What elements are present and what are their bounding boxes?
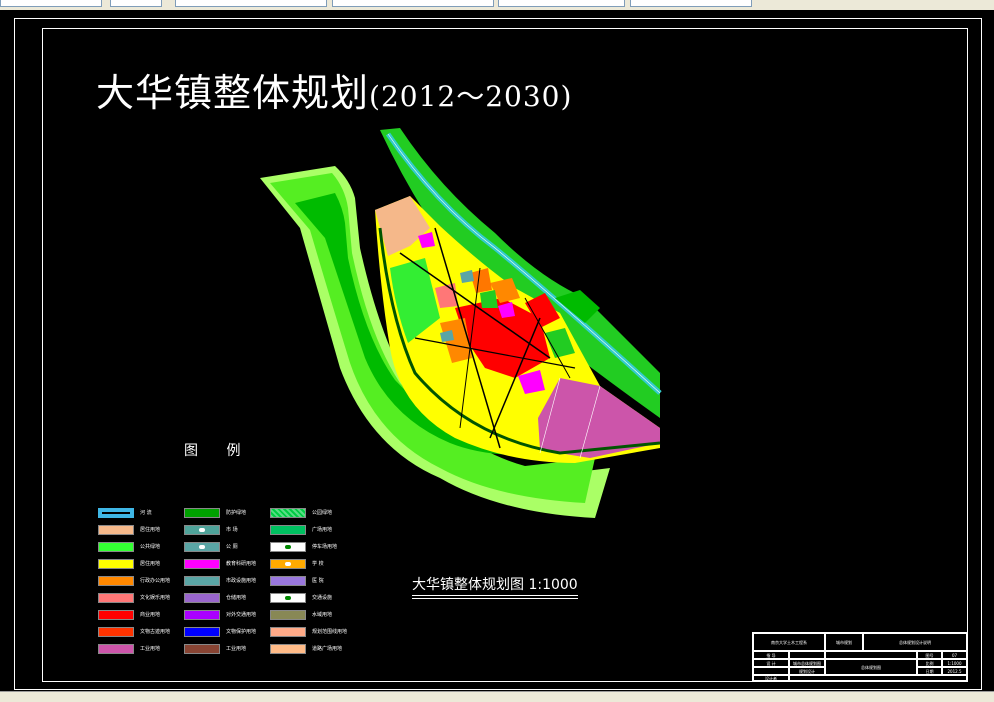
legend-label: 公 厕 bbox=[226, 544, 238, 550]
legend-swatch bbox=[98, 576, 134, 586]
toolbar-strip bbox=[0, 0, 994, 10]
tb-cell: 图号 bbox=[917, 651, 942, 659]
tb-cell: 2012.5 bbox=[942, 667, 967, 675]
legend-swatch bbox=[184, 593, 220, 603]
toolbar-field[interactable] bbox=[110, 0, 162, 7]
title-main: 大华镇整体规划 bbox=[96, 71, 370, 115]
legend-swatch bbox=[270, 542, 306, 552]
legend-symbol-icon bbox=[285, 596, 291, 600]
tb-cell-school: 南京大学土木工程系 bbox=[753, 633, 825, 651]
tb-cell: 设计者 bbox=[753, 675, 789, 681]
tb-cell: 规划设计 bbox=[789, 667, 825, 675]
legend-swatch bbox=[184, 610, 220, 620]
legend-label: 河 流 bbox=[140, 510, 152, 516]
legend-label: 市政设施用地 bbox=[226, 578, 257, 584]
toolbar-field[interactable] bbox=[175, 0, 327, 7]
page-title: 大华镇整体规划(2012～2030) bbox=[96, 62, 572, 117]
tb-cell-drawing-name: 总体规划图 bbox=[825, 659, 917, 675]
title-block: 南京大学土木工程系 城市规划 总体规划设计说明 指 导 图号 07 设 计 城市… bbox=[752, 632, 968, 682]
legend-symbol-icon bbox=[285, 562, 291, 566]
green-patch-1 bbox=[480, 290, 498, 308]
legend-swatch bbox=[184, 559, 220, 569]
legend-swatch bbox=[270, 576, 306, 586]
legend-label: 工业用地 bbox=[140, 646, 161, 652]
legend-swatch bbox=[98, 644, 134, 654]
legend-label: 文化娱乐用地 bbox=[140, 595, 171, 601]
legend-label: 仓储用地 bbox=[226, 595, 247, 601]
legend-label: 停车场用地 bbox=[312, 544, 338, 550]
legend-swatch bbox=[98, 525, 134, 535]
legend-label: 公共绿地 bbox=[140, 544, 161, 550]
legend-swatch bbox=[270, 627, 306, 637]
town-plan-map bbox=[260, 128, 662, 518]
title-years: (2012～2030) bbox=[369, 80, 573, 113]
legend-label: 文物保护用地 bbox=[226, 629, 257, 635]
tb-cell bbox=[789, 651, 825, 659]
drawing-canvas[interactable]: 大华镇整体规划(2012～2030) 图 例 河 流 防护绿地 公园绿地 居住用… bbox=[0, 10, 994, 691]
tb-cell: 城市总体规划图 bbox=[789, 659, 825, 667]
legend-label: 交通设施 bbox=[312, 595, 333, 601]
legend-swatch bbox=[184, 542, 220, 552]
toolbar-field[interactable] bbox=[630, 0, 752, 7]
legend-label: 文物古迹用地 bbox=[140, 629, 171, 635]
legend-label: 商业用地 bbox=[140, 612, 161, 618]
legend-swatch bbox=[184, 576, 220, 586]
legend-swatch bbox=[98, 627, 134, 637]
legend-label: 市 场 bbox=[226, 527, 238, 533]
legend-swatch bbox=[270, 610, 306, 620]
map-scale-title: 大华镇整体规划图 1:1000 bbox=[412, 574, 578, 599]
tb-cell: 比例 bbox=[917, 659, 942, 667]
legend-swatch bbox=[270, 593, 306, 603]
legend-label: 规划范围线用地 bbox=[312, 629, 348, 635]
legend-label: 工业用地 bbox=[226, 646, 247, 652]
legend-swatch bbox=[98, 559, 134, 569]
legend-label: 行政办公用地 bbox=[140, 578, 171, 584]
legend-label: 对外交通用地 bbox=[226, 612, 257, 618]
tb-cell: 日期 bbox=[917, 667, 942, 675]
toolbar-field[interactable] bbox=[0, 0, 102, 7]
tb-cell: 1:1000 bbox=[942, 659, 967, 667]
tb-cell-project: 总体规划设计说明 bbox=[863, 633, 967, 651]
toolbar-field[interactable] bbox=[498, 0, 625, 7]
legend-swatch bbox=[270, 644, 306, 654]
tb-cell: 指 导 bbox=[753, 651, 789, 659]
tb-cell bbox=[789, 675, 967, 681]
legend-label: 医 院 bbox=[312, 578, 324, 584]
tb-cell bbox=[753, 667, 789, 675]
legend-label: 居住用地 bbox=[140, 561, 161, 567]
legend-label: 公园绿地 bbox=[312, 510, 333, 516]
legend-label: 教育科研用地 bbox=[226, 561, 257, 567]
legend-swatch bbox=[98, 542, 134, 552]
toolbar-field[interactable] bbox=[332, 0, 494, 7]
legend-swatch bbox=[184, 508, 220, 518]
legend-swatch bbox=[184, 627, 220, 637]
legend-symbol-icon bbox=[199, 528, 205, 532]
legend-swatch bbox=[270, 525, 306, 535]
legend-label: 水域用地 bbox=[312, 612, 333, 618]
tb-cell: 07 bbox=[942, 651, 967, 659]
legend-swatch bbox=[184, 644, 220, 654]
tb-cell: 设 计 bbox=[753, 659, 789, 667]
legend-label: 学 校 bbox=[312, 561, 324, 567]
legend-label: 广场用地 bbox=[312, 527, 333, 533]
tb-cell-major: 城市规划 bbox=[825, 633, 863, 651]
legend-swatch bbox=[98, 593, 134, 603]
legend-swatch bbox=[98, 508, 134, 518]
legend-swatch bbox=[270, 559, 306, 569]
legend-swatch bbox=[270, 508, 306, 518]
legend-label: 道路广场用地 bbox=[312, 646, 343, 652]
tb-cell bbox=[825, 651, 917, 659]
status-strip bbox=[0, 691, 994, 702]
legend-swatch bbox=[98, 610, 134, 620]
legend-label: 居住用地 bbox=[140, 527, 161, 533]
legend-symbol-icon bbox=[285, 545, 291, 549]
legend-symbol-icon bbox=[199, 545, 205, 549]
legend-label: 防护绿地 bbox=[226, 510, 247, 516]
legend-title: 图 例 bbox=[184, 443, 253, 459]
legend-swatch bbox=[184, 525, 220, 535]
